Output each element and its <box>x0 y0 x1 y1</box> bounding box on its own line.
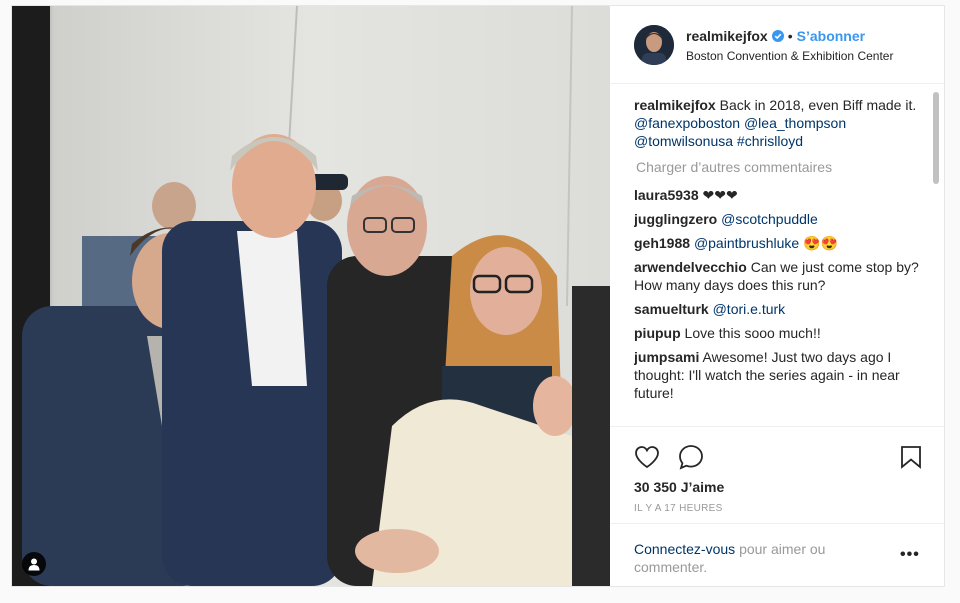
login-link[interactable]: Connectez-vous <box>634 541 735 557</box>
bookmark-icon[interactable] <box>900 445 922 469</box>
hashtag-link[interactable]: #chrislloyd <box>737 133 803 149</box>
avatar-image <box>634 25 674 65</box>
comment-username[interactable]: jumpsami <box>634 349 699 365</box>
comment-item: jumpsami Awesome! Just two days ago I th… <box>634 348 926 402</box>
post-timestamp: IL Y A 17 HEURES <box>634 503 723 514</box>
comment-item: piupup Love this sooo much!! <box>634 324 926 342</box>
comment-mention[interactable]: @scotchpuddle <box>721 211 818 227</box>
follow-button[interactable]: S’abonner <box>797 28 865 44</box>
comment-username[interactable]: laura5938 <box>634 187 699 203</box>
comment-bubble-icon[interactable] <box>678 444 704 470</box>
mention-link[interactable]: @tomwilsonusa <box>634 133 733 149</box>
login-prompt: Connectez-vous pour aimer ou commenter. … <box>610 523 944 587</box>
header-username[interactable]: realmikejfox <box>686 28 768 44</box>
mention-link[interactable]: @fanexpoboston <box>634 115 740 131</box>
header-separator: • <box>787 28 793 44</box>
comment-text: Love this sooo much!! <box>684 325 821 341</box>
comment-item: laura5938 ❤❤❤ <box>634 186 926 204</box>
caption: realmikejfox Back in 2018, even Biff mad… <box>634 96 926 150</box>
photo-illustration <box>12 6 610 586</box>
heart-icon[interactable] <box>634 445 660 469</box>
side-panel: realmikejfox • S’abonner Boston Convention… <box>610 6 944 586</box>
login-text: Connectez-vous pour aimer ou commenter. <box>634 540 864 576</box>
comment-mention[interactable]: @paintbrushluke <box>694 235 799 251</box>
comment-item: samuelturk @tori.e.turk <box>634 300 926 318</box>
comment-username[interactable]: piupup <box>634 325 681 341</box>
comment-item: arwendelvecchio Can we just come stop by… <box>634 258 926 294</box>
verified-badge-icon <box>771 30 784 42</box>
likes-count[interactable]: 30 350 J’aime <box>634 479 724 495</box>
comment-mention[interactable]: @tori.e.turk <box>713 301 786 317</box>
comment-item: jugglingzero @scotchpuddle <box>634 210 926 228</box>
comment-text: 😍😍 <box>803 235 838 251</box>
comment-item: geh1988 @paintbrushluke 😍😍 <box>634 234 926 252</box>
comment-username[interactable]: arwendelvecchio <box>634 259 747 275</box>
person-tag-icon[interactable] <box>22 552 46 576</box>
caption-username[interactable]: realmikejfox <box>634 97 716 113</box>
comment-username[interactable]: jugglingzero <box>634 211 717 227</box>
person-tag-glyph <box>28 558 40 570</box>
more-options-icon[interactable]: ••• <box>900 546 920 564</box>
comments-list: realmikejfox Back in 2018, even Biff mad… <box>634 96 926 426</box>
header-line: realmikejfox • S’abonner <box>686 28 865 44</box>
caption-text: Back in 2018, even Biff made it. <box>719 97 917 113</box>
verified-check <box>774 33 782 40</box>
post-header: realmikejfox • S’abonner Boston Convention… <box>610 6 944 84</box>
load-more-comments[interactable]: Charger d’autres commentaires <box>636 158 926 176</box>
post-card: realmikejfox • S’abonner Boston Convention… <box>11 5 945 587</box>
actions-section: 30 350 J’aime IL Y A 17 HEURES Connectez… <box>610 426 944 586</box>
comment-username[interactable]: geh1988 <box>634 235 690 251</box>
avatar[interactable] <box>634 25 674 65</box>
comments-scrollbar[interactable] <box>932 88 940 430</box>
mention-link[interactable]: @lea_thompson <box>744 115 846 131</box>
comment-text: ❤❤❤ <box>702 187 738 203</box>
post-photo[interactable] <box>12 6 610 586</box>
scrollbar-thumb[interactable] <box>933 92 939 184</box>
comment-username[interactable]: samuelturk <box>634 301 709 317</box>
location-link[interactable]: Boston Convention & Exhibition Center <box>686 49 893 63</box>
